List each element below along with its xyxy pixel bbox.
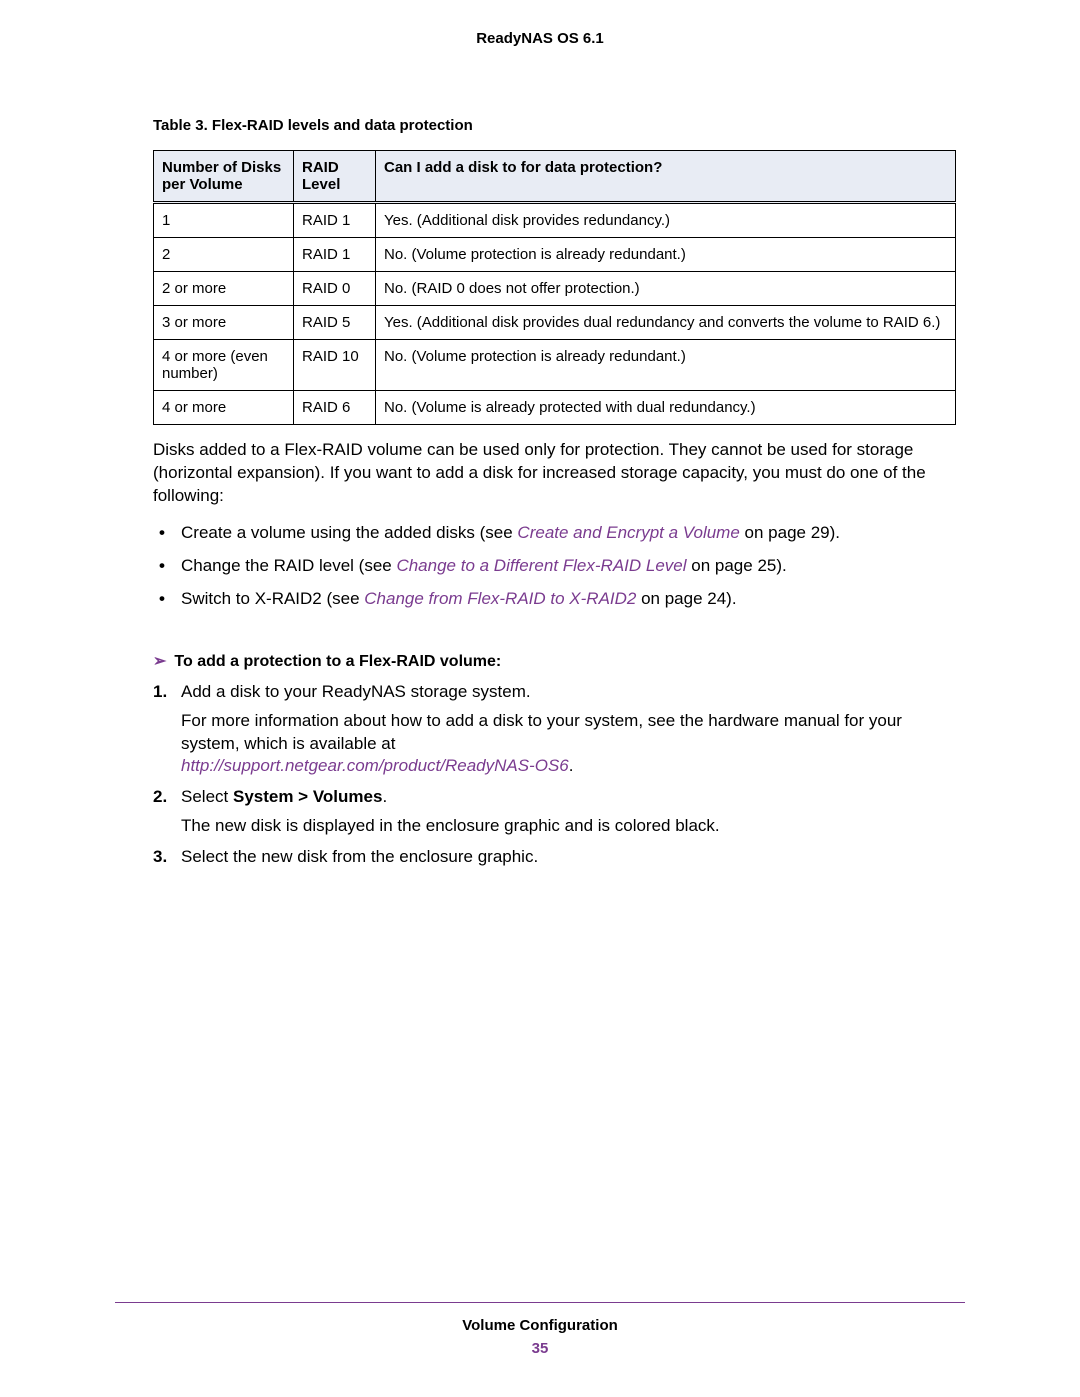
bullet-list: Create a volume using the added disks (s… — [153, 522, 965, 611]
cell-raid: RAID 1 — [294, 203, 376, 238]
link-change-xraid[interactable]: Change from Flex-RAID to X-RAID2 — [364, 589, 636, 608]
bullet-text-post: on page 29). — [740, 523, 840, 542]
cell-desc: No. (Volume protection is already redund… — [376, 238, 956, 272]
step-subtext: For more information about how to add a … — [181, 710, 965, 779]
table-row: 3 or more RAID 5 Yes. (Additional disk p… — [154, 306, 956, 340]
cell-desc: Yes. (Additional disk provides dual redu… — [376, 306, 956, 340]
bullet-text-pre: Create a volume using the added disks (s… — [181, 523, 517, 542]
table-header-row: Number of Disks per Volume RAID Level Ca… — [154, 151, 956, 203]
step-subtext: The new disk is displayed in the enclosu… — [181, 815, 965, 838]
cell-disks: 3 or more — [154, 306, 294, 340]
period: . — [569, 756, 574, 775]
table-row: 1 RAID 1 Yes. (Additional disk provides … — [154, 203, 956, 238]
step-item: 3. Select the new disk from the enclosur… — [153, 846, 965, 869]
step-text: Add a disk to your ReadyNAS storage syst… — [181, 682, 531, 701]
page-footer: Volume Configuration 35 — [115, 1302, 965, 1357]
document-header: ReadyNAS OS 6.1 — [115, 30, 965, 47]
cell-raid: RAID 0 — [294, 272, 376, 306]
bullet-text-pre: Change the RAID level (see — [181, 556, 396, 575]
link-support-url[interactable]: http://support.netgear.com/product/Ready… — [181, 756, 569, 775]
cell-desc: No. (RAID 0 does not offer protection.) — [376, 272, 956, 306]
bullet-text-pre: Switch to X-RAID2 (see — [181, 589, 364, 608]
step-text: Select the new disk from the enclosure g… — [181, 847, 538, 866]
cell-disks: 1 — [154, 203, 294, 238]
step-number: 1. — [153, 681, 167, 704]
procedure-steps: 1. Add a disk to your ReadyNAS storage s… — [153, 681, 965, 870]
bullet-text-post: on page 24). — [636, 589, 736, 608]
cell-disks: 2 — [154, 238, 294, 272]
step-text-pre: Select — [181, 787, 233, 806]
cell-raid: RAID 1 — [294, 238, 376, 272]
bullet-text-post: on page 25). — [687, 556, 787, 575]
th-disks: Number of Disks per Volume — [154, 151, 294, 203]
step-number: 2. — [153, 786, 167, 809]
cell-disks: 4 or more (even number) — [154, 340, 294, 391]
link-change-raid[interactable]: Change to a Different Flex-RAID Level — [396, 556, 686, 575]
cell-desc: No. (Volume is already protected with du… — [376, 391, 956, 425]
step-sub-pre: For more information about how to add a … — [181, 711, 902, 753]
cell-disks: 2 or more — [154, 272, 294, 306]
footer-page-number: 35 — [115, 1340, 965, 1357]
cell-raid: RAID 6 — [294, 391, 376, 425]
th-desc: Can I add a disk to for data protection? — [376, 151, 956, 203]
th-raid: RAID Level — [294, 151, 376, 203]
link-create-encrypt[interactable]: Create and Encrypt a Volume — [517, 523, 739, 542]
table-caption: Table 3. Flex-RAID levels and data prote… — [153, 117, 965, 134]
procedure-title: To add a protection to a Flex-RAID volum… — [174, 653, 501, 670]
step-number: 3. — [153, 846, 167, 869]
list-item: Create a volume using the added disks (s… — [153, 522, 965, 545]
arrow-icon: ➢ — [153, 653, 166, 670]
list-item: Switch to X-RAID2 (see Change from Flex-… — [153, 588, 965, 611]
procedure-heading: ➢ To add a protection to a Flex-RAID volu… — [153, 651, 965, 671]
cell-desc: Yes. (Additional disk provides redundanc… — [376, 203, 956, 238]
table-row: 2 RAID 1 No. (Volume protection is alrea… — [154, 238, 956, 272]
cell-raid: RAID 10 — [294, 340, 376, 391]
footer-rule — [115, 1302, 965, 1303]
raid-table: Number of Disks per Volume RAID Level Ca… — [153, 150, 956, 425]
table-row: 4 or more RAID 6 No. (Volume is already … — [154, 391, 956, 425]
paragraph: Disks added to a Flex-RAID volume can be… — [153, 439, 965, 508]
step-item: 2. Select System > Volumes. The new disk… — [153, 786, 965, 838]
cell-disks: 4 or more — [154, 391, 294, 425]
footer-title: Volume Configuration — [115, 1317, 965, 1334]
step-item: 1. Add a disk to your ReadyNAS storage s… — [153, 681, 965, 779]
cell-desc: No. (Volume protection is already redund… — [376, 340, 956, 391]
cell-raid: RAID 5 — [294, 306, 376, 340]
list-item: Change the RAID level (see Change to a D… — [153, 555, 965, 578]
table-row: 4 or more (even number) RAID 10 No. (Vol… — [154, 340, 956, 391]
table-row: 2 or more RAID 0 No. (RAID 0 does not of… — [154, 272, 956, 306]
document-page: ReadyNAS OS 6.1 Table 3. Flex-RAID level… — [0, 0, 1080, 869]
step-bold: System > Volumes — [233, 787, 382, 806]
step-text-post: . — [382, 787, 387, 806]
